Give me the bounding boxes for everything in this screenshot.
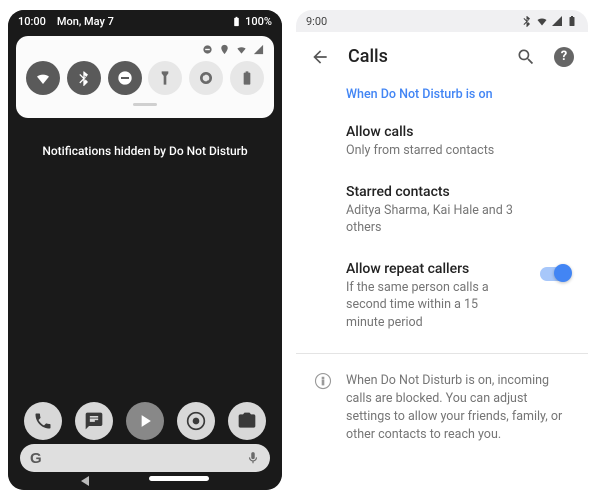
setting-starred-contacts[interactable]: Starred contacts Aditya Sharma, Kai Hale…: [296, 174, 588, 251]
page-header: Calls ?: [296, 32, 588, 77]
divider: [296, 353, 588, 354]
info-row: When Do Not Disturb is on, incoming call…: [296, 362, 588, 445]
battery-icon: [566, 15, 578, 27]
nav-home-pill[interactable]: [149, 476, 209, 481]
dock-play-icon[interactable]: [126, 402, 164, 440]
wifi-icon: [536, 15, 548, 27]
status-date: Mon, May 7: [57, 15, 114, 28]
settings-screen: 9:00 Calls ? When Do Not Disturb is on A…: [296, 10, 588, 490]
setting-title: Starred contacts: [346, 184, 538, 200]
repeat-callers-toggle[interactable]: [540, 267, 570, 281]
qs-drag-handle[interactable]: [133, 103, 157, 106]
qs-battery-tile[interactable]: [230, 61, 264, 95]
dock-messages-icon[interactable]: [75, 402, 113, 440]
qs-flashlight-tile[interactable]: [148, 61, 182, 95]
google-search-bar[interactable]: G: [20, 444, 270, 472]
status-time: 10:00: [18, 15, 46, 28]
signal-icon: [551, 15, 563, 27]
setting-allow-calls[interactable]: Allow calls Only from starred contacts: [296, 114, 588, 174]
bluetooth-icon: [521, 15, 533, 27]
setting-repeat-callers[interactable]: Allow repeat callers If the same person …: [296, 251, 588, 346]
battery-icon: [231, 16, 242, 27]
info-icon: [314, 372, 332, 390]
qs-header-icons: [26, 44, 264, 55]
dock: [8, 402, 282, 440]
back-arrow-icon[interactable]: [310, 47, 330, 67]
quick-settings-panel[interactable]: [16, 36, 274, 118]
dock-phone-icon[interactable]: [24, 402, 62, 440]
dock-camera-icon[interactable]: [228, 402, 266, 440]
status-time: 9:00: [306, 15, 327, 28]
setting-title: Allow calls: [346, 124, 538, 140]
status-bar: 10:00 Mon, May 7 100%: [8, 10, 282, 32]
search-icon[interactable]: [516, 47, 536, 67]
mic-icon[interactable]: [246, 451, 260, 465]
info-text: When Do Not Disturb is on, incoming call…: [346, 372, 572, 445]
dnd-message: Notifications hidden by Do Not Disturb: [8, 144, 282, 158]
section-header: When Do Not Disturb is on: [296, 77, 588, 114]
qs-rotate-tile[interactable]: [189, 61, 223, 95]
nav-back-caret[interactable]: [81, 476, 89, 486]
dock-chrome-icon[interactable]: [177, 402, 215, 440]
page-title: Calls: [348, 46, 498, 67]
location-icon: [219, 44, 230, 55]
navigation-bar: [8, 476, 282, 486]
setting-subtitle: Aditya Sharma, Kai Hale and 3 others: [346, 202, 516, 237]
qs-wifi-tile[interactable]: [26, 61, 60, 95]
battery-level: 100%: [245, 15, 272, 28]
setting-subtitle: If the same person calls a second time w…: [346, 279, 516, 332]
setting-subtitle: Only from starred contacts: [346, 142, 516, 160]
google-logo: G: [30, 450, 42, 467]
setting-title: Allow repeat callers: [346, 261, 538, 277]
signal-icon: [253, 44, 264, 55]
wifi-icon: [236, 44, 247, 55]
help-icon[interactable]: ?: [554, 47, 574, 67]
status-bar: 9:00: [296, 10, 588, 32]
qs-bluetooth-tile[interactable]: [67, 61, 101, 95]
qs-dnd-tile[interactable]: [108, 61, 142, 95]
toggle-knob: [554, 264, 572, 282]
dnd-status-icon: [202, 44, 213, 55]
home-screen: 10:00 Mon, May 7 100% Notifications hidd…: [8, 10, 282, 490]
